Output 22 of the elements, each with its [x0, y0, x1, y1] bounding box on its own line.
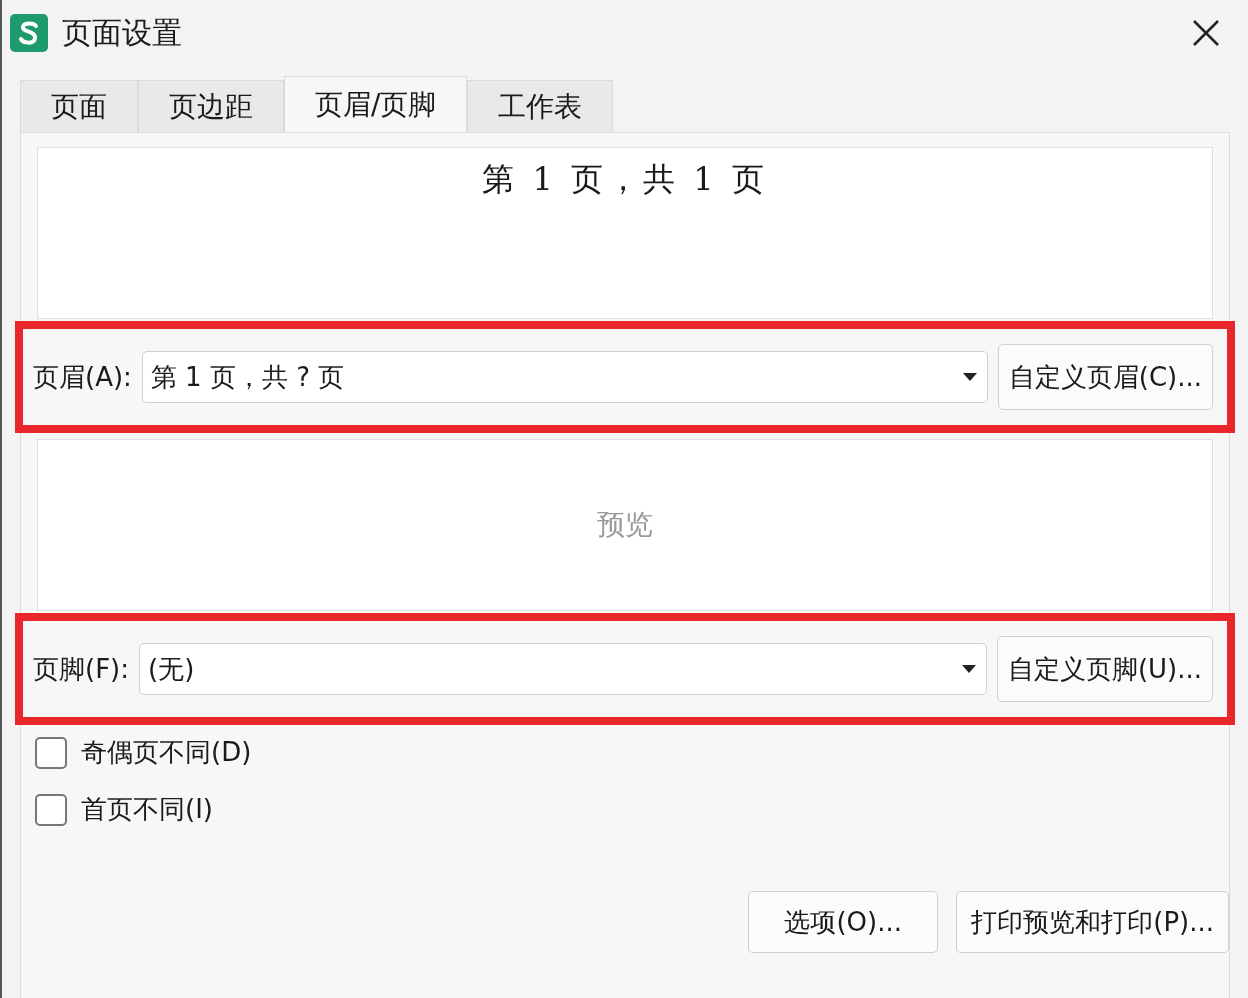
tab[interactable]: 工作表: [467, 80, 614, 132]
caret-icon: [959, 664, 978, 674]
checkbox[interactable]: [35, 736, 67, 769]
window-title: 页面设置: [62, 13, 182, 52]
checkbox-label: 奇偶页不同(D): [81, 736, 252, 769]
checkbox-label: 首页不同(I): [81, 793, 213, 826]
tab[interactable]: 页眉/页脚: [284, 76, 468, 132]
dropdown-field[interactable]: (无): [139, 643, 987, 695]
tab[interactable]: 页边距: [138, 80, 284, 132]
custom-footer-button[interactable]: 自定义页脚(U)...: [996, 636, 1213, 702]
custom-header-button[interactable]: 自定义页眉(C)...: [997, 344, 1213, 410]
field-label: 页眉(A):: [33, 360, 132, 394]
app-logo-icon: [10, 14, 48, 52]
preview-text: 第 1 页，共 1 页: [482, 159, 768, 200]
tab[interactable]: 页面: [20, 80, 138, 132]
caret-icon: [960, 372, 979, 382]
checkbox[interactable]: [35, 793, 67, 826]
preview-label: 预览: [597, 507, 653, 543]
dialog-button[interactable]: 打印预览和打印(P)...: [956, 891, 1229, 953]
dialog-button[interactable]: 选项(O)...: [748, 891, 939, 953]
field-label: 页脚(F):: [33, 652, 129, 686]
dropdown-field[interactable]: 第 1 页，共 ? 页: [141, 351, 988, 403]
